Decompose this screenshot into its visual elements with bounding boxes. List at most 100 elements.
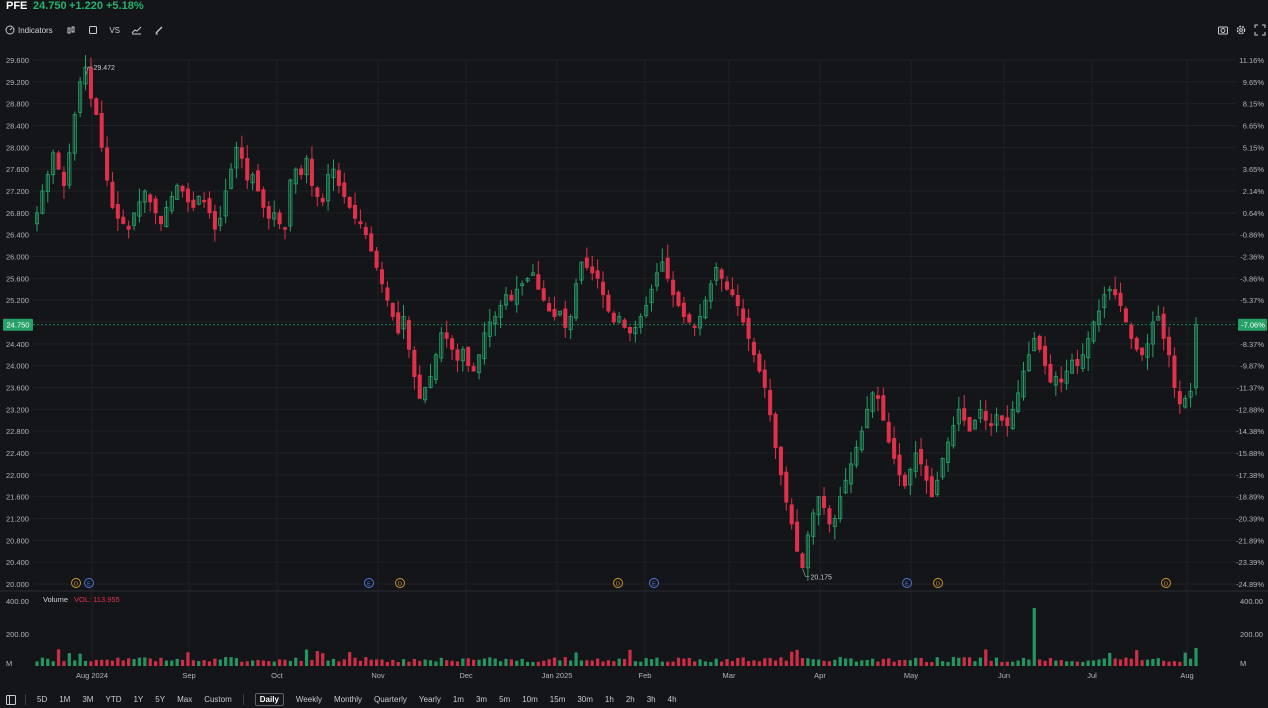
range-3m[interactable]: 3M — [82, 695, 93, 704]
range-1m[interactable]: 1M — [59, 695, 70, 704]
indicators-button[interactable]: Indicators — [5, 22, 53, 38]
volume-bar — [919, 657, 923, 666]
candle-body — [897, 454, 902, 476]
candle-body — [212, 211, 217, 230]
low-pointer — [802, 568, 810, 577]
layout-button[interactable] — [85, 22, 101, 38]
volume-bar — [1021, 657, 1026, 666]
interval-1m[interactable]: 1m — [453, 695, 464, 704]
candle-body — [735, 295, 740, 307]
volume-bar — [843, 658, 848, 666]
price-tick: 26.000 — [6, 253, 29, 262]
interval-10m[interactable]: 10m — [522, 695, 538, 704]
range-5y[interactable]: 5Y — [155, 695, 165, 704]
volume-bar — [822, 660, 826, 666]
volume-bar — [1118, 659, 1123, 666]
volume-bar — [590, 660, 594, 666]
candle-body — [277, 212, 282, 225]
percent-tick: -21.89% — [1236, 536, 1264, 545]
range-1y[interactable]: 1Y — [133, 695, 143, 704]
volume-bar — [994, 657, 999, 666]
volume-bar — [310, 659, 314, 666]
volume-bar — [1151, 658, 1155, 666]
price-tick: 28.000 — [6, 143, 29, 152]
chart-toolbar: Indicators VS — [5, 22, 173, 38]
volume-bar — [687, 657, 691, 666]
volume-bar — [833, 659, 837, 666]
range-ytd[interactable]: YTD — [105, 695, 121, 704]
volume-bar — [1178, 661, 1182, 666]
candle-body — [789, 504, 794, 525]
volume-bar — [574, 652, 578, 666]
interval-1h[interactable]: 1h — [605, 695, 614, 704]
volume-bar — [854, 661, 859, 666]
range-custom[interactable]: Custom — [204, 695, 232, 704]
interval-yearly[interactable]: Yearly — [419, 695, 441, 704]
percent-tick: 0.64% — [1243, 209, 1265, 218]
draw-button[interactable] — [151, 22, 167, 38]
candle-body — [94, 98, 99, 115]
square-icon — [88, 26, 97, 34]
volume-bar — [46, 658, 50, 666]
interval-weekly[interactable]: Weekly — [296, 695, 322, 704]
candle-body — [256, 170, 261, 192]
candle-body — [347, 197, 352, 208]
chart-line-icon — [131, 26, 142, 35]
volume-bar — [698, 659, 702, 666]
interval-30m[interactable]: 30m — [577, 695, 593, 704]
chart-line-button[interactable] — [129, 22, 145, 38]
volume-bar — [245, 661, 249, 666]
date-tick: Oct — [271, 671, 284, 680]
candle-body — [757, 353, 762, 372]
price-tick: 24.400 — [6, 340, 29, 349]
volume-bar — [660, 661, 664, 666]
price-chart[interactable]: 29.600 29.200 28.800 28.400 28.000 27.600 27.2… — [0, 44, 1268, 686]
event-letter: E — [367, 582, 371, 588]
interval-3h[interactable]: 3h — [647, 695, 656, 704]
volume-bar — [563, 657, 567, 666]
volume-bar — [946, 661, 950, 666]
volume-bar — [1075, 661, 1080, 666]
candle-body — [584, 257, 589, 268]
candle-body — [239, 147, 244, 159]
interval-4h[interactable]: 4h — [668, 695, 677, 704]
percent-tick: -12.88% — [1236, 405, 1264, 414]
interval-15m[interactable]: 15m — [550, 695, 566, 704]
range-max[interactable]: Max — [177, 695, 192, 704]
volume-tick: M — [6, 659, 12, 668]
volume-tick-right: M — [1240, 659, 1246, 668]
range-5d[interactable]: 5D — [37, 695, 47, 704]
candle-body — [1140, 347, 1145, 356]
camera-icon[interactable] — [1217, 24, 1229, 36]
candle-body — [379, 269, 385, 285]
interval-3m[interactable]: 3m — [476, 695, 487, 704]
interval-quarterly[interactable]: Quarterly — [374, 695, 407, 704]
volume-bar — [967, 657, 972, 666]
candle-body — [315, 187, 320, 197]
candle-body — [353, 204, 358, 219]
chart-type-button[interactable] — [63, 22, 79, 38]
interval-2h[interactable]: 2h — [626, 695, 635, 704]
volume-tick-right: 200.00 — [1240, 630, 1263, 639]
volume-bar — [887, 658, 891, 666]
volume-bar — [1054, 660, 1058, 666]
volume-bar — [617, 658, 621, 666]
high-label: 29.472 — [94, 65, 116, 72]
volume-bar — [520, 658, 524, 666]
interval-monthly[interactable]: Monthly — [334, 695, 362, 704]
volume-bar — [795, 649, 799, 666]
gear-icon[interactable] — [1235, 24, 1247, 36]
candle-body — [115, 204, 120, 219]
interval-daily[interactable]: Daily — [254, 693, 284, 706]
candle-body — [989, 423, 994, 427]
volume-bar — [763, 658, 767, 666]
compare-button[interactable]: VS — [107, 22, 123, 38]
sidebar-toggle-icon[interactable] — [6, 694, 16, 705]
fullscreen-icon[interactable] — [1254, 24, 1266, 36]
volume-bar — [358, 660, 363, 666]
interval-5m[interactable]: 5m — [499, 695, 510, 704]
volume-bar — [229, 657, 233, 666]
volume-bar — [1027, 659, 1031, 666]
event-letter: D — [74, 582, 78, 588]
volume-bar — [186, 652, 190, 666]
